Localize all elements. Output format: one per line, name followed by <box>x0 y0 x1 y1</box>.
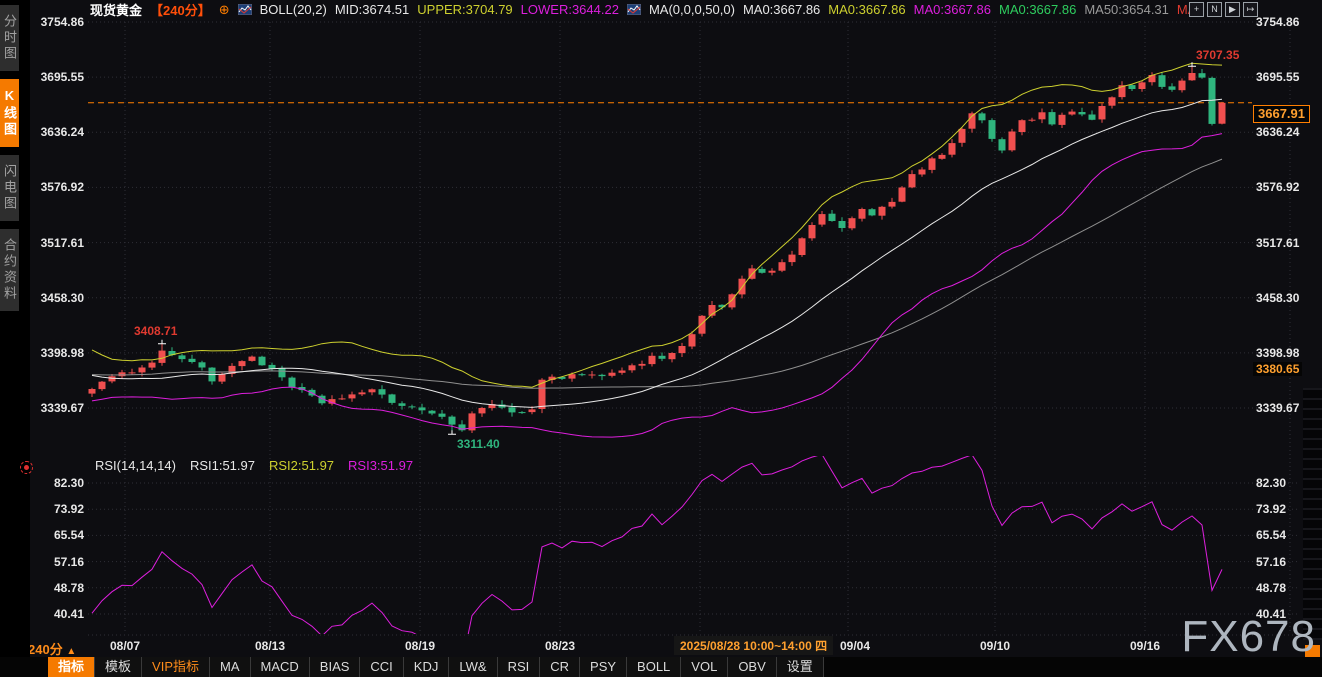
chart-canvas[interactable] <box>0 0 1322 677</box>
period-selector-label: 240分 <box>28 642 63 657</box>
sidebar-item-tick-chart[interactable]: 闪电图 <box>0 155 19 221</box>
rsi-header: RSI(14,14,14) RSI1:51.97 RSI2:51.97 RSI3… <box>95 458 413 473</box>
right-scrollbar[interactable] <box>1303 388 1322 640</box>
zoom-axis-icon[interactable]: N <box>1207 2 1222 17</box>
rsi1-value: RSI1:51.97 <box>190 458 255 473</box>
boll-upper-value: UPPER:3704.79 <box>417 2 512 17</box>
toolbar-button-cr[interactable]: CR <box>540 657 580 677</box>
toolbar-button-settings[interactable]: 设置 <box>777 657 824 677</box>
symbol-title: 现货黄金 <box>90 0 142 19</box>
chart-header: 现货黄金 【240分】 ⊕ BOLL(20,2) MID:3674.51 UPP… <box>90 1 1196 18</box>
toolbar-button-vip-indicators[interactable]: VIP指标 <box>142 657 210 677</box>
toolbar-left-pad <box>0 657 48 677</box>
period-selector[interactable]: 240分 ▲ <box>28 639 76 658</box>
toolbar-button-boll[interactable]: BOLL <box>627 657 681 677</box>
ma0-value-4: MA0:3667.86 <box>999 2 1076 17</box>
toolbar-button-vol[interactable]: VOL <box>681 657 728 677</box>
period-up-arrow-icon: ▲ <box>66 646 76 657</box>
sidebar-item-kline-chart[interactable]: K线图 <box>0 79 19 147</box>
left-sidebar: 分时图 K线图 闪电图 合约资料 <box>0 0 30 677</box>
rsi-label: RSI(14,14,14) <box>95 458 176 473</box>
toolbar-button-templates[interactable]: 模板 <box>95 657 142 677</box>
toolbar-items: 指标模板VIP指标MAMACDBIASCCIKDJLW&RSICRPSYBOLL… <box>48 657 824 677</box>
sidebar-item-contract-info[interactable]: 合约资料 <box>0 229 19 311</box>
boll-label: BOLL(20,2) <box>260 2 327 17</box>
ma50-value: MA50:3654.31 <box>1084 2 1169 17</box>
ma-label: MA(0,0,0,50,0) <box>649 2 735 17</box>
toolbar-button-lwr[interactable]: LW& <box>449 657 497 677</box>
live-dot <box>24 465 29 470</box>
rsi2-value: RSI2:51.97 <box>269 458 334 473</box>
live-indicator-icon <box>20 461 33 474</box>
fx678-watermark: FX678 <box>1181 612 1316 662</box>
play-axis-icon[interactable]: ▶ <box>1225 2 1240 17</box>
boll-mid-value: MID:3674.51 <box>335 2 409 17</box>
toolbar-button-cci[interactable]: CCI <box>360 657 403 677</box>
ma0-value-2: MA0:3667.86 <box>828 2 905 17</box>
selected-candle-date: 2025/08/28 10:00~14:00 四 <box>674 636 833 655</box>
sidebar-item-time-chart[interactable]: 分时图 <box>0 5 19 71</box>
toolbar-button-ma[interactable]: MA <box>210 657 251 677</box>
boll-lower-value: LOWER:3644.22 <box>521 2 619 17</box>
ma0-value-3: MA0:3667.86 <box>914 2 991 17</box>
ma-indicator-icon <box>627 4 641 15</box>
toolbar-button-psy[interactable]: PSY <box>580 657 627 677</box>
toolbar-button-indicators[interactable]: 指标 <box>48 657 95 677</box>
toolbar-button-obv[interactable]: OBV <box>728 657 776 677</box>
period-badge: 【240分】 <box>150 0 211 19</box>
add-indicator-icon[interactable]: ⊕ <box>219 2 230 18</box>
toolbar-button-bias[interactable]: BIAS <box>310 657 361 677</box>
rsi3-value: RSI3:51.97 <box>348 458 413 473</box>
toolbar-button-rsi[interactable]: RSI <box>498 657 541 677</box>
ma0-value-1: MA0:3667.86 <box>743 2 820 17</box>
trading-app-window: 3754.863754.863695.553695.553636.243636.… <box>0 0 1322 677</box>
boll-indicator-icon <box>238 4 252 15</box>
indicator-toolbar: 指标模板VIP指标MAMACDBIASCCIKDJLW&RSICRPSYBOLL… <box>0 657 1322 677</box>
exit-panel-icon[interactable]: ↦ <box>1243 2 1258 17</box>
window-icons: + N ▶ ↦ <box>1189 2 1258 17</box>
toolbar-button-macd[interactable]: MACD <box>251 657 310 677</box>
toolbar-button-kdj[interactable]: KDJ <box>404 657 450 677</box>
crosshair-icon[interactable]: + <box>1189 2 1204 17</box>
